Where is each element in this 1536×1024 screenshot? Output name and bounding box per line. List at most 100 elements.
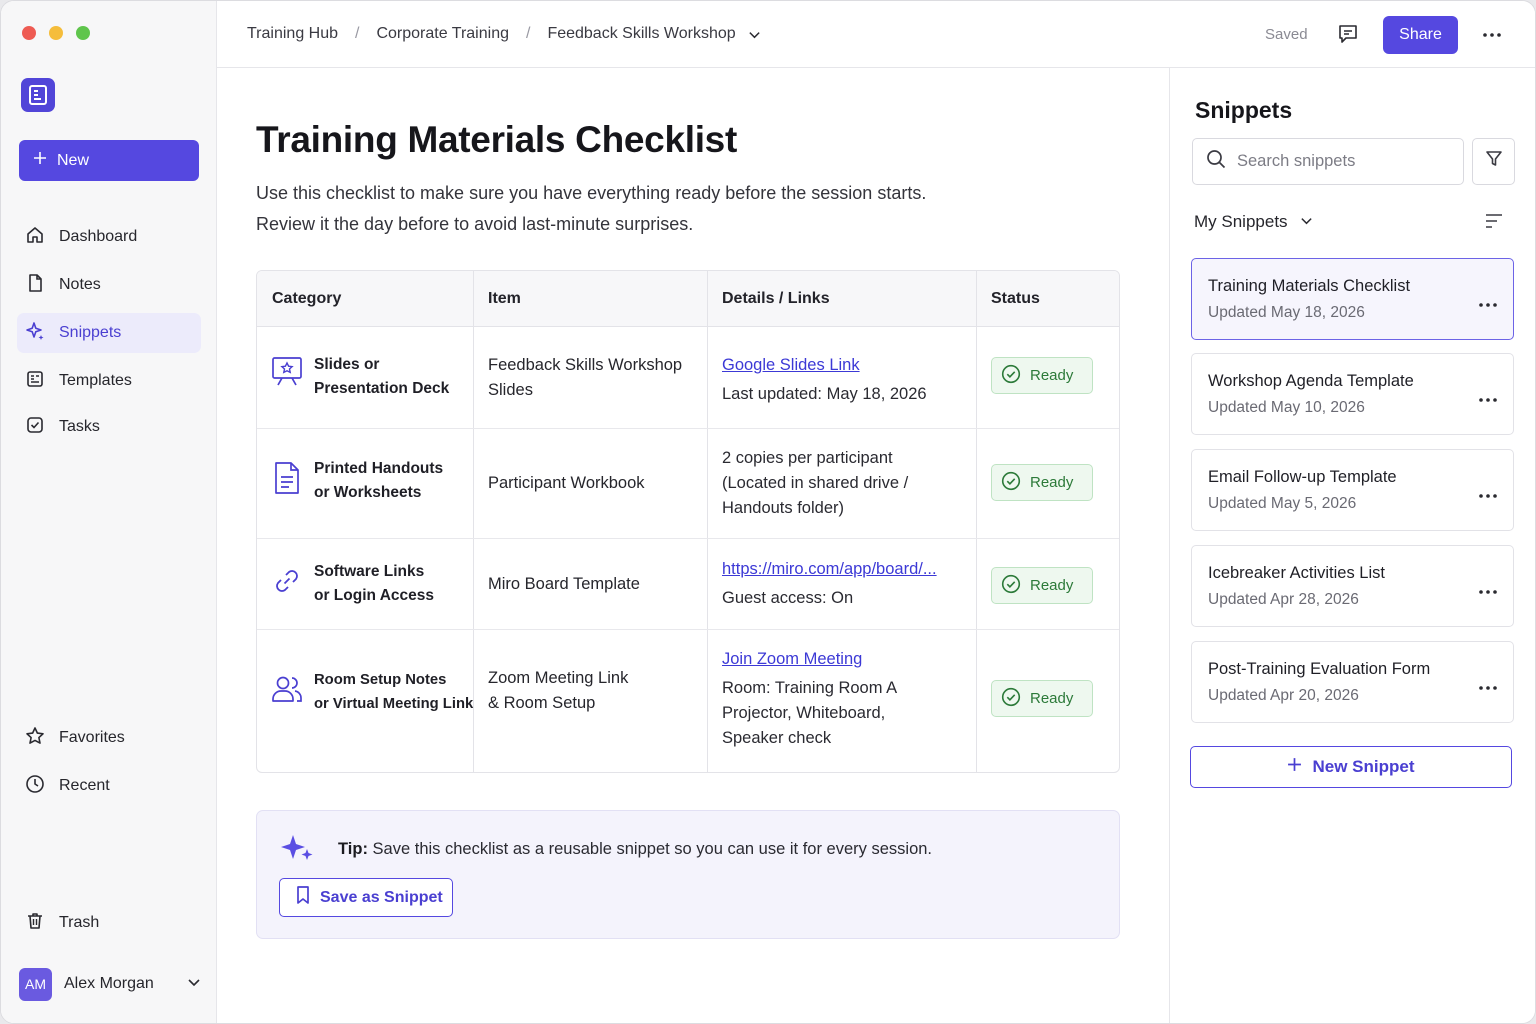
detail-line: Last updated: May 18, 2026 [722, 385, 927, 403]
snippet-card[interactable]: Post-Training Evaluation Form Updated Ap… [1191, 641, 1514, 723]
table-row: Room Setup Notes or Virtual Meeting Link… [257, 630, 1119, 772]
new-button[interactable]: New [19, 140, 199, 181]
maximize-window-button[interactable] [76, 26, 90, 40]
detail-line: 2 copies per participant [722, 449, 893, 467]
search-field [1192, 138, 1464, 185]
more-options-icon[interactable] [1482, 25, 1502, 50]
item-line: Feedback Skills Workshop [488, 356, 683, 374]
nav-item-label: Snippets [59, 324, 122, 341]
close-window-button[interactable] [22, 26, 36, 40]
details-cell: https://miro.com/app/board/... Guest acc… [722, 557, 972, 611]
nav-item-label: Templates [59, 372, 132, 389]
presentation-icon [271, 355, 303, 392]
google-slides-link[interactable]: Google Slides Link [722, 356, 860, 374]
snippet-title: Workshop Agenda Template [1208, 372, 1414, 390]
item-line: Slides [488, 381, 533, 399]
secondary-nav: Favorites Recent [17, 718, 201, 814]
zoom-meeting-link[interactable]: Join Zoom Meeting [722, 650, 862, 668]
save-as-snippet-label: Save as Snippet [320, 888, 443, 906]
nav-item-notes[interactable]: Notes [17, 265, 201, 305]
trash-nav: Trash [17, 903, 201, 951]
nav-item-trash[interactable]: Trash [17, 903, 201, 943]
status-label: Ready [1030, 690, 1074, 707]
search-input[interactable] [1237, 152, 1437, 171]
breadcrumb: Training Hub / Corporate Training / Feed… [247, 25, 761, 43]
sort-icon[interactable] [1484, 213, 1504, 234]
save-as-snippet-button[interactable]: Save as Snippet [279, 878, 453, 917]
item-line: Miro Board Template [488, 575, 640, 593]
more-options-icon[interactable] [1478, 582, 1498, 600]
nav-item-tasks[interactable]: Tasks [17, 407, 201, 447]
check-circle-icon [1001, 687, 1021, 711]
primary-nav: Dashboard Notes Snippets Templates Tasks [17, 217, 201, 455]
save-status: Saved [1265, 26, 1308, 43]
column-header-item: Item [488, 290, 521, 307]
breadcrumb-training-hub[interactable]: Training Hub [247, 25, 338, 43]
nav-item-templates[interactable]: Templates [17, 361, 201, 401]
status-label: Ready [1030, 577, 1074, 594]
category-cell: Software Links or Login Access [314, 560, 469, 608]
nav-item-dashboard[interactable]: Dashboard [17, 217, 201, 257]
more-options-icon[interactable] [1478, 295, 1498, 313]
chevron-down-icon[interactable] [748, 28, 761, 41]
nav-item-favorites[interactable]: Favorites [17, 718, 201, 758]
item-line: Zoom Meeting Link [488, 669, 629, 687]
column-header-details: Details / Links [722, 290, 830, 307]
new-snippet-button[interactable]: New Snippet [1190, 746, 1512, 788]
status-badge: Ready [991, 357, 1093, 394]
category-line: Slides or [314, 356, 380, 373]
snippet-date: Updated Apr 20, 2026 [1208, 687, 1359, 704]
bookmark-icon [296, 886, 310, 909]
category-line: Printed Handouts [314, 460, 444, 477]
comment-icon[interactable] [1337, 23, 1359, 50]
status-badge: Ready [991, 567, 1093, 604]
share-button[interactable]: Share [1383, 16, 1458, 54]
breadcrumb-feedback-skills-workshop[interactable]: Feedback Skills Workshop [547, 25, 735, 43]
more-options-icon[interactable] [1478, 678, 1498, 696]
plus-icon [1287, 757, 1302, 777]
user-name: Alex Morgan [64, 975, 154, 992]
sparkle-icon [279, 833, 315, 870]
snippet-card[interactable]: Icebreaker Activities List Updated Apr 2… [1191, 545, 1514, 627]
chevron-down-icon [187, 975, 201, 994]
check-circle-icon [1001, 574, 1021, 598]
nav-item-label: Notes [59, 276, 101, 293]
table-row: Printed Handouts or Worksheets Participa… [257, 429, 1119, 539]
snippet-card[interactable]: Email Follow-up Template Updated May 5, … [1191, 449, 1514, 531]
miro-board-link[interactable]: https://miro.com/app/board/... [722, 560, 937, 578]
category-line: or Login Access [314, 587, 435, 604]
users-icon [271, 674, 303, 709]
more-options-icon[interactable] [1478, 390, 1498, 408]
item-cell: Participant Workbook [488, 471, 698, 496]
avatar: AM [19, 967, 52, 1001]
item-cell: Feedback Skills Workshop Slides [488, 353, 698, 403]
detail-line: Room: Training Room A [722, 679, 898, 697]
nav-item-recent[interactable]: Recent [17, 766, 201, 806]
intro-line: Use this checklist to make sure you have… [256, 183, 927, 203]
filter-button[interactable] [1472, 138, 1515, 185]
snippet-card[interactable]: Workshop Agenda Template Updated May 10,… [1191, 353, 1514, 435]
check-square-icon [25, 415, 45, 440]
breadcrumb-separator: / [525, 25, 531, 42]
user-menu[interactable]: AM Alex Morgan [19, 967, 201, 1001]
table-row: Slides or Presentation Deck Feedback Ski… [257, 327, 1119, 429]
my-snippets-dropdown[interactable]: My Snippets [1194, 212, 1313, 232]
checklist-table: Category Item Details / Links Status Sli… [256, 270, 1120, 773]
breadcrumb-corporate-training[interactable]: Corporate Training [376, 25, 509, 43]
item-cell: Zoom Meeting Link & Room Setup [488, 666, 698, 716]
nav-item-label: Recent [59, 777, 110, 794]
trash-icon [25, 911, 45, 936]
tip-text: Tip: Save this checklist as a reusable s… [338, 840, 932, 859]
chevron-down-icon [1300, 212, 1313, 232]
nav-item-snippets[interactable]: Snippets [17, 313, 201, 353]
snippet-date: Updated Apr 28, 2026 [1208, 591, 1359, 608]
snippet-card[interactable]: Training Materials Checklist Updated May… [1191, 258, 1514, 340]
more-options-icon[interactable] [1478, 486, 1498, 504]
minimize-window-button[interactable] [49, 26, 63, 40]
snippet-date: Updated May 5, 2026 [1208, 495, 1357, 512]
details-cell: Join Zoom Meeting Room: Training Room A … [722, 647, 972, 751]
window-controls [22, 26, 90, 40]
home-icon [25, 225, 45, 250]
detail-line: Guest access: On [722, 589, 854, 607]
breadcrumb-separator: / [355, 25, 360, 42]
